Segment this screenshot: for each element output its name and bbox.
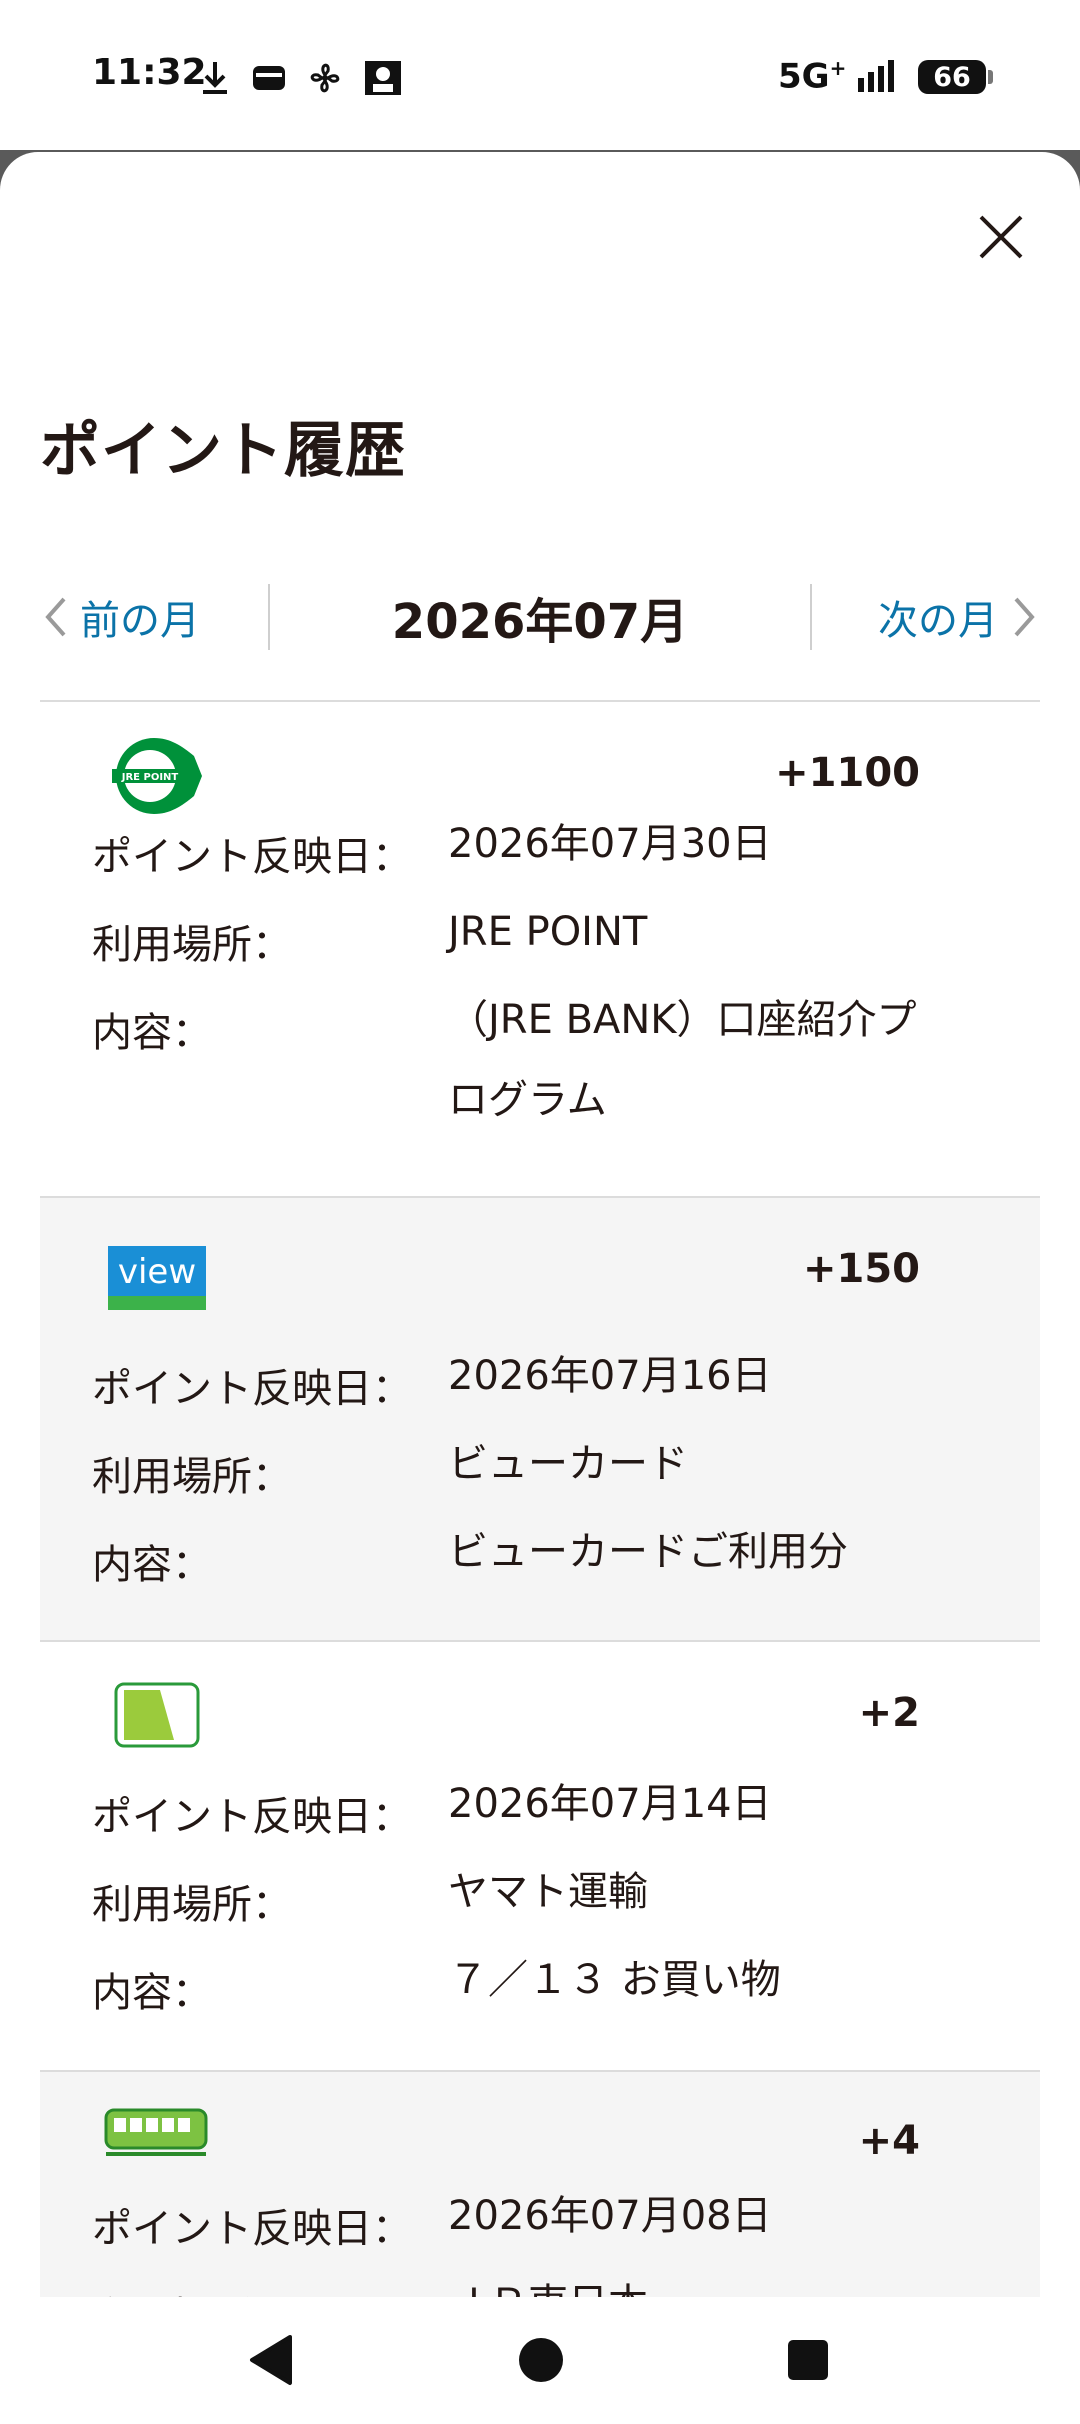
content-value: ビューカードご利用分 bbox=[448, 1529, 848, 1575]
month-navigation: 前の月 2026年07月 次の月 bbox=[40, 562, 1040, 672]
close-icon bbox=[979, 215, 1023, 259]
point-history-sheet: ポイント履歴 前の月 2026年07月 次の月 JRE POINT +1100 … bbox=[0, 152, 1080, 2297]
train-icon bbox=[104, 2108, 208, 2156]
recents-icon bbox=[788, 2340, 828, 2380]
points-value: +150 bbox=[802, 1246, 920, 1292]
home-button[interactable] bbox=[516, 2333, 566, 2391]
battery-indicator: 66 bbox=[918, 60, 986, 94]
place-label: 利用場所： bbox=[92, 2284, 452, 2297]
date-value: 2026年07月14日 bbox=[448, 1781, 772, 1827]
place-label: 利用場所： bbox=[92, 922, 292, 968]
point-history-list: JRE POINT +1100 ポイント反映日： 2026年07月30日 利用場… bbox=[40, 700, 1040, 2297]
next-month-button[interactable]: 次の月 bbox=[812, 562, 1040, 672]
place-value: ビューカード bbox=[448, 1441, 688, 1487]
history-entry[interactable]: +4 ポイント反映日： 2026年07月08日 利用場所： ＪＲ東日本 bbox=[40, 2072, 1040, 2297]
points-value: +4 bbox=[858, 2118, 920, 2164]
recents-button[interactable] bbox=[786, 2333, 830, 2391]
wallet-icon bbox=[253, 66, 285, 90]
status-bar: 11:32 5G+ 66 bbox=[0, 0, 1080, 150]
prev-month-button[interactable]: 前の月 bbox=[40, 562, 268, 672]
back-button[interactable] bbox=[246, 2333, 296, 2391]
signal-icon bbox=[858, 60, 894, 92]
date-label: ポイント反映日： bbox=[92, 1366, 412, 1412]
svg-text:JRE POINT: JRE POINT bbox=[121, 772, 179, 783]
date-value: 2026年07月16日 bbox=[448, 1353, 772, 1399]
battery-tip bbox=[988, 70, 993, 84]
card-icon bbox=[114, 1682, 200, 1748]
close-button[interactable] bbox=[970, 206, 1032, 268]
place-label: 利用場所： bbox=[92, 1882, 292, 1928]
content-label: 内容： bbox=[92, 1542, 212, 1588]
network-type: 5G+ bbox=[778, 56, 847, 97]
date-label: ポイント反映日： bbox=[92, 834, 412, 880]
date-label: ポイント反映日： bbox=[92, 1794, 412, 1840]
page-title: ポイント履歴 bbox=[40, 416, 406, 486]
system-nav-bar bbox=[0, 2297, 1080, 2424]
prev-month-label: 前の月 bbox=[80, 598, 200, 644]
download-icon bbox=[203, 62, 227, 94]
current-month: 2026年07月 bbox=[391, 594, 689, 650]
content-label: 内容： bbox=[92, 1010, 212, 1056]
points-value: +1100 bbox=[775, 750, 920, 796]
status-time: 11:32 bbox=[92, 52, 207, 93]
status-icons bbox=[200, 58, 402, 98]
next-month-label: 次の月 bbox=[878, 598, 998, 644]
date-value: 2026年07月08日 bbox=[448, 2193, 772, 2239]
place-value: JRE POINT bbox=[448, 909, 648, 955]
view-card-logo: view bbox=[108, 1246, 206, 1310]
place-value: ＪＲ東日本 bbox=[448, 2264, 948, 2297]
home-icon bbox=[519, 2338, 563, 2382]
chevron-right-icon bbox=[1014, 597, 1035, 637]
place-value: ヤマト運輸 bbox=[448, 1869, 648, 1915]
place-label: 利用場所： bbox=[92, 1454, 292, 1500]
jre-point-logo: JRE POINT bbox=[112, 738, 202, 814]
content-value: （JRE BANK）口座紹介プログラム bbox=[448, 997, 917, 1123]
chevron-left-icon bbox=[45, 597, 66, 637]
date-value: 2026年07月30日 bbox=[448, 821, 772, 867]
content-value: ７／１３ お買い物 bbox=[448, 1957, 781, 2003]
date-label: ポイント反映日： bbox=[92, 2206, 412, 2252]
back-icon bbox=[250, 2335, 292, 2385]
history-entry[interactable]: view +150 ポイント反映日： 2026年07月16日 利用場所： ビュー… bbox=[40, 1198, 1040, 1642]
points-value: +2 bbox=[858, 1690, 920, 1736]
content-label: 内容： bbox=[92, 1970, 212, 2016]
svg-text:view: view bbox=[118, 1252, 196, 1292]
fan-icon bbox=[310, 63, 340, 93]
face-grid-icon bbox=[365, 61, 401, 95]
history-entry[interactable]: +2 ポイント反映日： 2026年07月14日 利用場所： ヤマト運輸 内容： … bbox=[40, 1642, 1040, 2072]
history-entry[interactable]: JRE POINT +1100 ポイント反映日： 2026年07月30日 利用場… bbox=[40, 702, 1040, 1198]
